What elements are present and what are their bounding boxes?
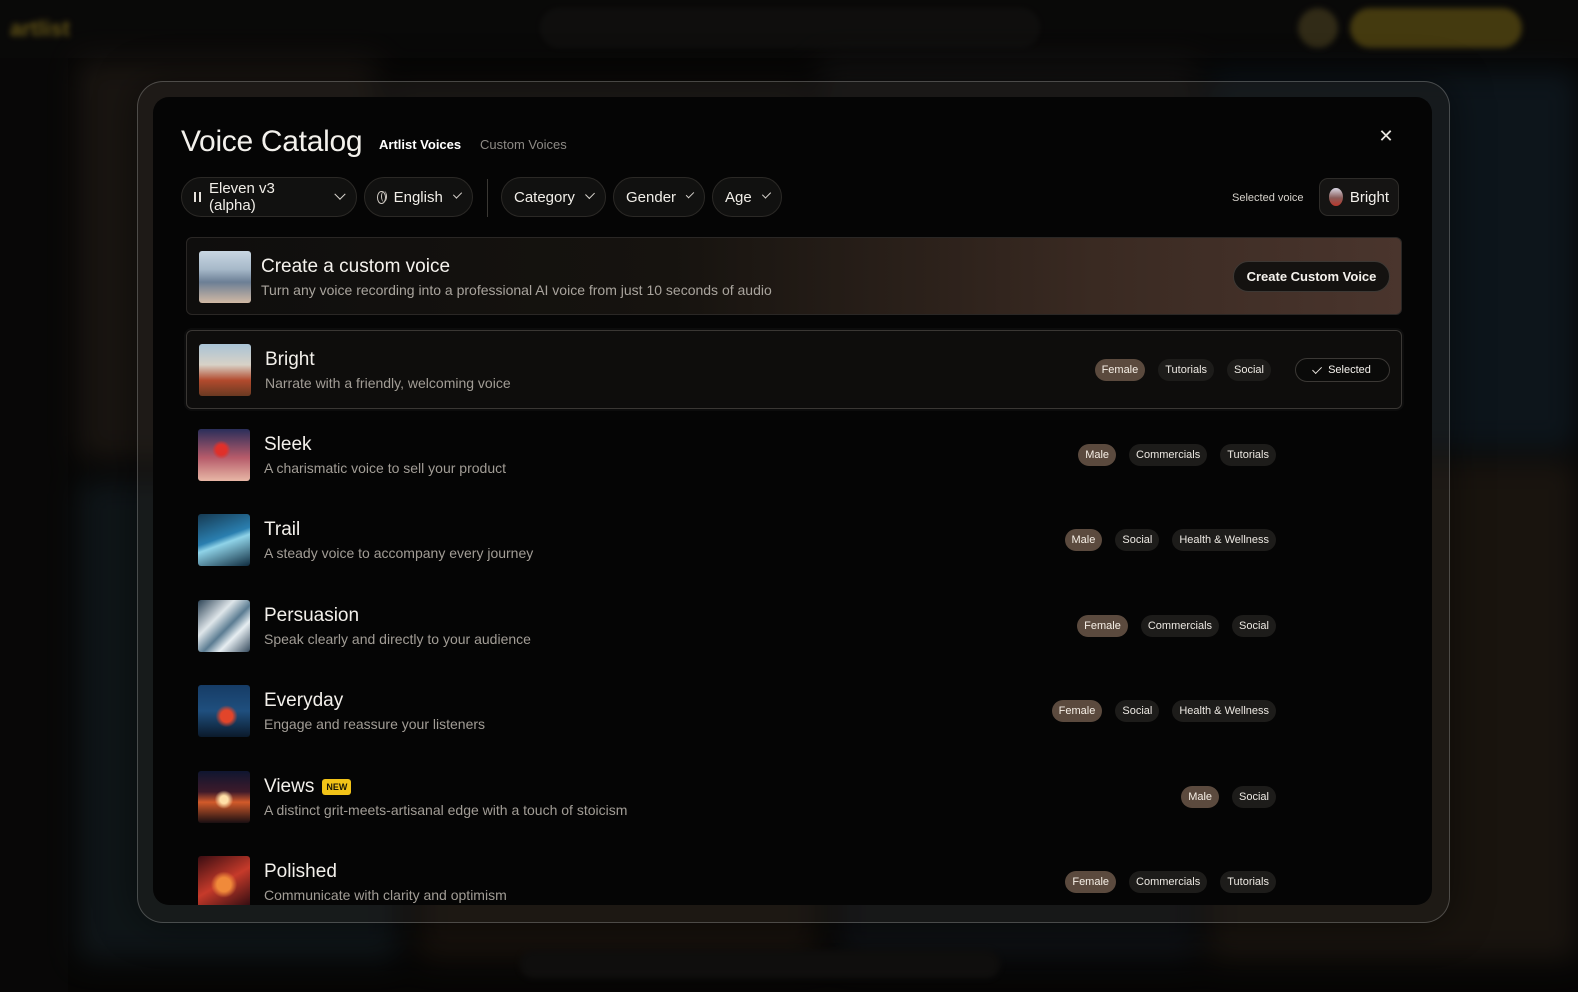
banner-title: Create a custom voice xyxy=(261,256,451,277)
age-dropdown[interactable]: Age xyxy=(712,177,782,217)
voice-description: A distinct grit-meets-artisanal edge wit… xyxy=(264,801,628,818)
voice-thumbnail xyxy=(198,514,250,566)
gender-tag: Male xyxy=(1181,785,1220,808)
category-tag: Social xyxy=(1115,700,1160,722)
chevron-down-icon xyxy=(761,189,772,199)
voice-name: Trail xyxy=(264,519,301,540)
voice-name: Polished xyxy=(264,861,337,882)
pause-icon xyxy=(194,192,201,202)
language-dropdown-label: English xyxy=(393,188,443,206)
gender-tag: Male xyxy=(1078,443,1117,466)
category-tag: Social xyxy=(1232,785,1276,808)
gender-tag: Male xyxy=(1064,529,1103,551)
voice-tags: Female Commercials Tutorials xyxy=(1065,871,1276,893)
voice-description: Narrate with a friendly, welcoming voice xyxy=(265,375,511,391)
category-tag: Commercials xyxy=(1140,614,1220,637)
chevron-down-icon xyxy=(685,189,695,199)
banner-subtitle: Turn any voice recording into a professi… xyxy=(261,282,772,298)
category-dropdown-label: Category xyxy=(514,188,575,206)
voice-row-sleek[interactable]: Sleek A charismatic voice to sell your pr… xyxy=(186,416,1402,495)
gender-tag: Female xyxy=(1094,359,1146,381)
voice-name-container: Bright xyxy=(265,349,315,371)
category-tag: Health & Wellness xyxy=(1172,700,1276,722)
category-tag: Commercials xyxy=(1129,443,1208,466)
modal-title: Voice Catalog xyxy=(181,125,363,158)
voice-name-container: Persuasion xyxy=(264,605,359,627)
voice-thumbnail xyxy=(198,856,250,905)
create-custom-voice-banner: Create a custom voice Turn any voice rec… xyxy=(186,237,1402,315)
category-tag: Social xyxy=(1115,529,1160,551)
voice-row-views[interactable]: Views NEW A distinct grit-meets-artisanal … xyxy=(186,758,1402,837)
voice-tags: Female Social Health & Wellness xyxy=(1051,700,1276,722)
voice-tags: Male Commercials Tutorials xyxy=(1078,443,1276,466)
voice-name: Sleek xyxy=(264,433,312,455)
voice-name-container: Views NEW xyxy=(264,775,352,798)
voice-thumbnail xyxy=(198,685,250,737)
voice-row-persuasion[interactable]: Persuasion Speak clearly and directly to … xyxy=(186,587,1402,666)
category-tag: Commercials xyxy=(1129,871,1208,893)
tab-artlist-voices[interactable]: Artlist Voices xyxy=(379,137,461,152)
voice-name-container: Polished xyxy=(264,861,337,883)
close-icon: ✕ xyxy=(1378,126,1394,146)
language-dropdown[interactable]: English xyxy=(364,177,473,217)
check-icon xyxy=(1312,363,1323,374)
selected-button[interactable]: Selected xyxy=(1295,358,1390,382)
voice-name: Bright xyxy=(265,349,315,370)
age-dropdown-label: Age xyxy=(725,188,752,206)
voice-thumbnail xyxy=(199,344,251,396)
voice-row-bright[interactable]: Bright Narrate with a friendly, welcoming… xyxy=(186,330,1402,409)
gender-dropdown-label: Gender xyxy=(626,188,677,206)
category-tag: Tutorials xyxy=(1220,443,1276,466)
voice-thumbnail xyxy=(198,770,250,823)
tab-custom-voices[interactable]: Custom Voices xyxy=(480,137,567,152)
banner-thumbnail xyxy=(199,251,251,303)
category-tag: Health & Wellness xyxy=(1172,529,1276,551)
selected-button-label: Selected xyxy=(1328,364,1371,376)
new-badge: NEW xyxy=(322,778,352,795)
category-tag: Tutorials xyxy=(1220,871,1276,893)
chevron-down-icon xyxy=(584,189,595,200)
chevron-down-icon xyxy=(452,189,463,199)
gender-dropdown[interactable]: Gender xyxy=(613,177,705,217)
voice-tags: Female Tutorials Social xyxy=(1094,359,1271,381)
voice-row-everyday[interactable]: Everyday Engage and reassure your listene… xyxy=(186,672,1402,751)
voice-row-trail[interactable]: Trail A steady voice to accompany every j… xyxy=(186,501,1402,580)
gender-tag: Female xyxy=(1077,614,1128,637)
filter-divider xyxy=(487,179,488,217)
selected-voice-label: Selected voice xyxy=(1232,192,1304,204)
voice-tags: Female Commercials Social xyxy=(1077,614,1276,637)
chevron-down-icon xyxy=(334,188,346,200)
category-dropdown[interactable]: Category xyxy=(501,177,606,217)
selected-voice-name: Bright xyxy=(1349,188,1389,206)
voice-description: Engage and reassure your listeners xyxy=(264,716,486,732)
voice-row-polished[interactable]: Polished Communicate with clarity and opt… xyxy=(186,843,1402,905)
selected-voice-chip[interactable]: Bright xyxy=(1319,178,1399,216)
voice-catalog-modal: Voice Catalog Artlist Voices Custom Voic… xyxy=(153,97,1432,905)
voice-name: Persuasion xyxy=(264,604,360,626)
gender-tag: Female xyxy=(1065,871,1117,893)
voice-thumbnail xyxy=(198,599,250,652)
category-tag: Social xyxy=(1232,614,1276,637)
voice-description: A charismatic voice to sell your product xyxy=(264,459,506,476)
voice-description: Communicate with clarity and optimism xyxy=(264,887,507,903)
voice-name-container: Trail xyxy=(264,519,300,541)
model-dropdown-label: Eleven v3 (alpha) xyxy=(209,180,275,214)
voice-thumbnail xyxy=(198,428,250,481)
voice-name-container: Everyday xyxy=(264,690,343,712)
voice-tags: Male Social xyxy=(1181,785,1276,808)
voice-name-container: Sleek xyxy=(264,434,312,456)
selected-voice-avatar xyxy=(1329,188,1343,206)
create-custom-voice-button[interactable]: Create Custom Voice xyxy=(1233,261,1390,292)
gender-tag: Female xyxy=(1051,700,1103,722)
close-button[interactable]: ✕ xyxy=(1375,125,1397,147)
model-dropdown[interactable]: Eleven v3 (alpha) xyxy=(181,177,357,217)
voice-tags: Male Social Health & Wellness xyxy=(1064,529,1276,551)
voice-name: Everyday xyxy=(264,690,344,711)
category-tag: Social xyxy=(1227,359,1271,381)
voice-name: Views xyxy=(264,775,315,797)
globe-icon xyxy=(377,190,387,204)
category-tag: Tutorials xyxy=(1158,359,1215,381)
voice-description: A steady voice to accompany every journe… xyxy=(264,545,534,561)
voice-description: Speak clearly and directly to your audie… xyxy=(264,630,531,647)
